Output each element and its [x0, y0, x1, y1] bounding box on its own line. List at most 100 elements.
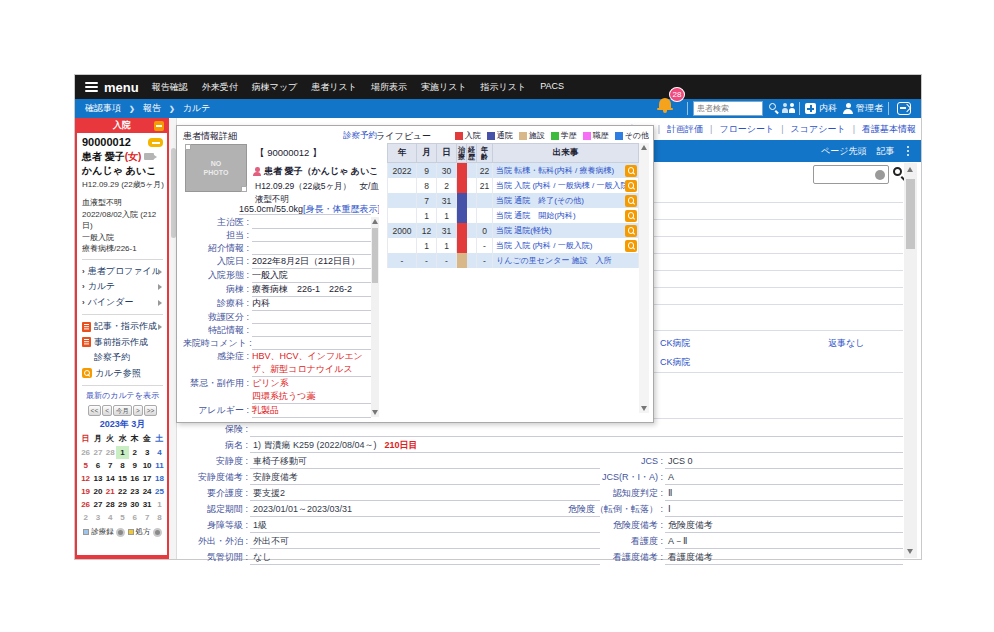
hamburger-icon[interactable] [85, 82, 98, 92]
status-badge-icon[interactable] [154, 121, 164, 131]
top-nav-item[interactable]: 指示リスト [481, 81, 527, 94]
event-detail-search-icon[interactable] [625, 210, 637, 222]
calendar-day[interactable]: 31 [141, 498, 153, 511]
calendar-day[interactable]: 9 [129, 459, 141, 472]
sidebar-menu-item[interactable]: › バインダー [82, 295, 163, 311]
lifeview-event[interactable]: 当院 入院 (内科 / 一般入院) [496, 240, 592, 251]
record-hospital[interactable]: CK病院 [660, 356, 691, 369]
calendar-day[interactable]: 10 [141, 459, 153, 472]
logout-icon[interactable] [897, 102, 911, 115]
main-tab[interactable]: フローシート| [719, 123, 783, 136]
calendar-day[interactable]: 27 [92, 498, 104, 511]
calendar-day[interactable]: 18 [153, 472, 165, 485]
calendar-day[interactable]: 20 [92, 485, 104, 498]
calendar-day[interactable]: 5 [79, 459, 91, 472]
sidebar-menu-item[interactable]: › カルテ [82, 279, 163, 295]
lifeview-event[interactable]: 当院 転棟・転科(内科 / 療養病棟) [496, 165, 614, 176]
article-link[interactable]: 記事 [877, 145, 895, 158]
record-search-input[interactable] [813, 165, 889, 184]
calendar-day[interactable]: 2 [129, 446, 141, 459]
calendar-day[interactable]: 1 [116, 446, 128, 459]
event-detail-search-icon[interactable] [625, 195, 637, 207]
calendar-day[interactable]: 4 [153, 446, 165, 459]
calendar-day[interactable]: 13 [92, 472, 104, 485]
calendar-day[interactable]: 21 [104, 485, 116, 498]
top-nav-item[interactable]: 外来受付 [202, 81, 238, 94]
search-icon[interactable] [769, 103, 779, 113]
calendar-day[interactable]: 29 [116, 498, 128, 511]
lifeview-event[interactable]: 当院 通院 終了(その他) [496, 195, 584, 206]
event-detail-search-icon[interactable] [625, 225, 637, 237]
department-icon[interactable] [805, 103, 816, 114]
legend-toggle-button[interactable] [116, 528, 125, 537]
camera-icon[interactable] [144, 153, 154, 160]
breadcrumb-item[interactable]: カルテ [183, 102, 211, 115]
lifeview-scrollbar[interactable] [639, 143, 649, 413]
clear-icon[interactable] [875, 170, 885, 180]
calendar-day[interactable]: 27 [92, 446, 104, 459]
calendar-day[interactable]: 6 [129, 511, 141, 524]
calendar-day[interactable]: 11 [153, 459, 165, 472]
more-menu-icon[interactable] [907, 146, 910, 157]
breadcrumb-item[interactable]: 確認事項 [85, 102, 121, 115]
patient-search-input[interactable] [693, 101, 763, 116]
calendar-nav-button[interactable]: 今月 [113, 405, 132, 416]
calendar-day[interactable]: 5 [116, 511, 128, 524]
calendar-nav-button[interactable]: << [88, 405, 102, 416]
main-tab[interactable]: スコアシート| [791, 123, 855, 136]
sidebar-item-article-order[interactable]: 記事・指示作成 [82, 319, 163, 335]
user-label[interactable]: 管理者 [856, 99, 883, 118]
top-nav-item[interactable]: 患者リスト [311, 81, 357, 94]
user-icon[interactable] [843, 103, 853, 114]
calendar-day[interactable]: 26 [79, 446, 91, 459]
record-hospital[interactable]: CK病院 [660, 337, 691, 350]
page-top-link[interactable]: ページ先頭 [821, 145, 866, 158]
legend-toggle-button[interactable] [153, 528, 162, 537]
main-scrollbar[interactable] [904, 163, 917, 558]
sidebar-item-reservation[interactable]: 診察予約 [82, 350, 163, 366]
calendar-nav-button[interactable]: >> [144, 405, 158, 416]
calendar-day[interactable]: 12 [79, 472, 91, 485]
top-nav-item[interactable]: PACS [540, 81, 564, 94]
top-nav-item[interactable]: 実施リスト [421, 81, 467, 94]
sidebar-item-karte-reference[interactable]: カルテ参照 [82, 366, 163, 382]
patient-panel-scrollbar[interactable] [371, 217, 379, 417]
event-detail-search-icon[interactable] [625, 180, 637, 192]
calendar-day[interactable]: 8 [116, 459, 128, 472]
calendar-day[interactable]: 28 [104, 446, 116, 459]
main-tab[interactable]: 計画評価| [667, 123, 712, 136]
calendar-day[interactable]: 1 [153, 498, 165, 511]
calendar-day[interactable]: 7 [104, 459, 116, 472]
lifeview-event[interactable]: 当院 通院 開始(内科) [496, 210, 576, 221]
event-detail-search-icon[interactable] [625, 165, 637, 177]
event-detail-search-icon[interactable] [625, 240, 637, 252]
lifeview-event[interactable]: 当院 入院 (内科 / 一般病棟 / 一般入院) [496, 180, 631, 191]
lifeview-event[interactable]: 当院 退院(軽快) [496, 225, 552, 236]
calendar-day[interactable]: 17 [141, 472, 153, 485]
calendar-day[interactable]: 24 [141, 485, 153, 498]
sidebar-menu-item[interactable]: › 患者プロファイル [82, 264, 163, 280]
calendar-day[interactable]: 26 [79, 498, 91, 511]
calendar-day[interactable]: 6 [92, 459, 104, 472]
calendar-day[interactable]: 3 [141, 446, 153, 459]
department-label[interactable]: 内科 [819, 99, 837, 118]
height-weight-history-link[interactable]: [身長・体重歴表示] [303, 204, 379, 214]
lifeview-event[interactable]: りんごの里センター 施設 入所 [496, 255, 612, 266]
id-badge-icon[interactable] [148, 138, 163, 147]
patients-list-icon[interactable] [782, 103, 796, 113]
calendar-day[interactable]: 14 [104, 472, 116, 485]
latest-karte-link[interactable]: 最新のカルテを表示 [82, 390, 163, 401]
menu-label[interactable]: menu [104, 80, 139, 95]
calendar-day[interactable]: 4 [104, 511, 116, 524]
calendar-day[interactable]: 7 [141, 511, 153, 524]
calendar-nav-button[interactable]: < [102, 405, 112, 416]
top-nav-item[interactable]: 病棟マップ [252, 81, 298, 94]
calendar-day[interactable]: 16 [129, 472, 141, 485]
calendar-day[interactable]: 25 [153, 485, 165, 498]
sidebar-item-advance-order[interactable]: 事前指示作成 [82, 335, 163, 351]
calendar-day[interactable]: 3 [92, 511, 104, 524]
calendar-day[interactable]: 19 [79, 485, 91, 498]
calendar-day[interactable]: 15 [116, 472, 128, 485]
calendar-day[interactable]: 28 [104, 498, 116, 511]
calendar-day[interactable]: 8 [153, 511, 165, 524]
